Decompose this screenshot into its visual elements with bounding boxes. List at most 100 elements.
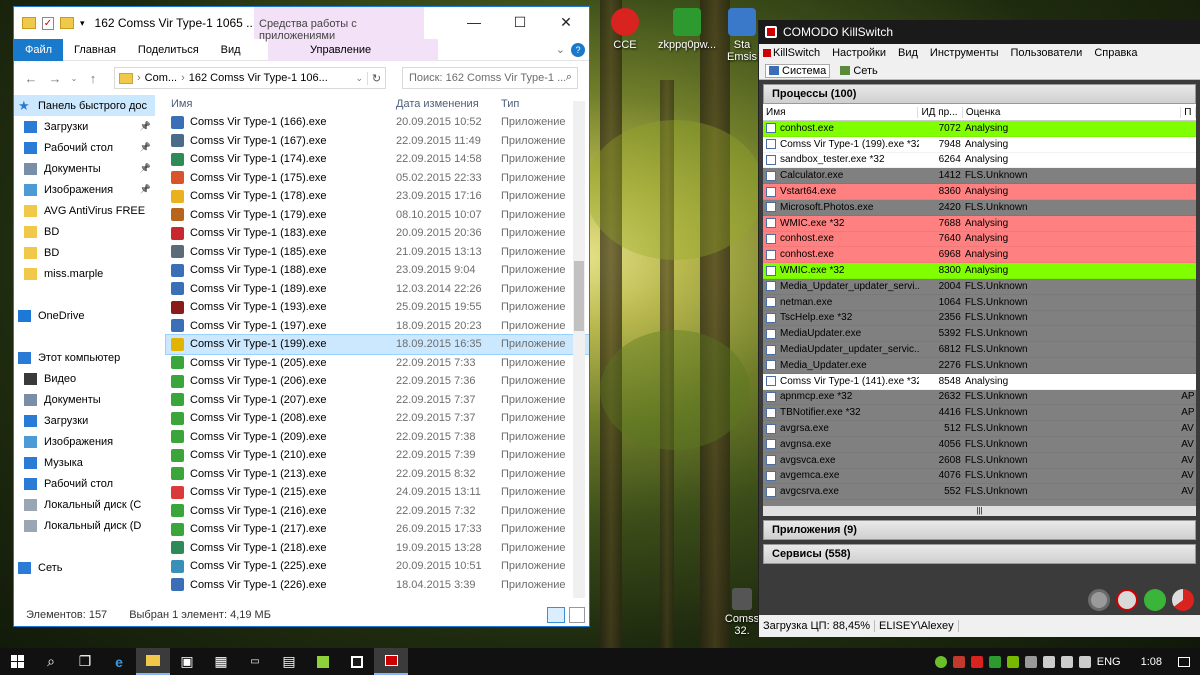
tray-app-icon[interactable]	[952, 655, 965, 668]
nav-item[interactable]: Локальный диск (C	[14, 494, 155, 515]
nav-item[interactable]: Сеть	[14, 557, 155, 578]
network-monitor-icon[interactable]: ▤	[272, 648, 306, 675]
file-row[interactable]: Comss Vir Type-1 (166).exe 20.09.2015 10:…	[166, 113, 589, 132]
new-folder-icon[interactable]	[60, 17, 74, 29]
file-row[interactable]: Comss Vir Type-1 (209).exe 22.09.2015 7:3…	[166, 428, 589, 447]
file-row[interactable]: Comss Vir Type-1 (199).exe 18.09.2015 16:…	[165, 334, 589, 355]
process-row[interactable]: avgrsa.exe 512 FLS.Unknown AV	[763, 421, 1196, 437]
menu-settings[interactable]: Настройки	[832, 47, 886, 59]
comodo-app-icon[interactable]	[340, 648, 374, 675]
process-row[interactable]: Comss Vir Type-1 (199).exe *32 7948 Analys…	[763, 136, 1196, 153]
edge-icon[interactable]: e	[102, 648, 136, 675]
tab-system[interactable]: Система	[765, 63, 831, 78]
nav-item[interactable]: Рабочий стол 📌	[14, 137, 155, 158]
file-row[interactable]: Comss Vir Type-1 (179).exe 08.10.2015 10:…	[166, 206, 589, 225]
up-icon[interactable]: ↑	[84, 71, 102, 86]
gear-icon[interactable]	[1088, 589, 1110, 611]
breadcrumb-current[interactable]: 162 Comss Vir Type-1 106...	[189, 72, 328, 84]
file-row[interactable]: Comss Vir Type-1 (193).exe 25.09.2015 19:…	[166, 298, 589, 317]
pin-icon[interactable]: 📌	[140, 142, 151, 153]
processes-header[interactable]: Процессы (100)	[763, 84, 1196, 104]
search-icon[interactable]: ⌕	[34, 648, 68, 675]
details-view-icon[interactable]	[547, 607, 565, 623]
calculator-icon[interactable]: ▦	[204, 648, 238, 675]
nav-item[interactable]: Загрузки	[14, 410, 155, 431]
process-row[interactable]: avgnsa.exe 4056 FLS.Unknown AV	[763, 436, 1196, 453]
file-row[interactable]: Comss Vir Type-1 (175).exe 05.02.2015 22:…	[166, 169, 589, 188]
nav-item[interactable]: Музыка	[14, 452, 155, 473]
pin-icon[interactable]: 📌	[140, 184, 151, 195]
nav-item[interactable]: Загрузки 📌	[14, 116, 155, 137]
file-explorer-taskbar-icon[interactable]	[136, 648, 170, 675]
vertical-scrollbar[interactable]	[573, 101, 585, 598]
process-row[interactable]: MediaUpdater_updater_servic... 6812 FLS.Un…	[763, 342, 1196, 358]
green-app-icon[interactable]	[306, 648, 340, 675]
navigation-pane[interactable]: ★ Панель быстрого дос Загрузки 📌 Рабочий сто…	[14, 95, 156, 604]
pin-icon[interactable]: 📌	[140, 163, 151, 174]
process-row[interactable]: TscHelp.exe *32 2356 FLS.Unknown	[763, 310, 1196, 327]
tab-home[interactable]: Главная	[63, 39, 127, 61]
nav-item[interactable]: AVG AntiVirus FREE	[14, 200, 155, 221]
utorrent-icon[interactable]	[934, 655, 947, 668]
file-row[interactable]: Comss Vir Type-1 (188).exe 23.09.2015 9:0…	[166, 261, 589, 280]
file-row[interactable]: Comss Vir Type-1 (213).exe 22.09.2015 8:3…	[166, 465, 589, 484]
nav-item[interactable]: ★ Панель быстрого дос	[14, 95, 155, 116]
language-indicator[interactable]: ENG	[1097, 656, 1121, 668]
nav-item[interactable]: BD	[14, 221, 155, 242]
green-check-icon[interactable]	[1144, 589, 1166, 611]
usb-icon[interactable]	[1024, 655, 1037, 668]
back-icon[interactable]: ←	[22, 71, 40, 86]
file-row[interactable]: Comss Vir Type-1 (205).exe 22.09.2015 7:3…	[166, 354, 589, 373]
task-view-icon[interactable]: ❐	[68, 648, 102, 675]
process-row[interactable]: WMIC.exe *32 8300 Analysing	[763, 263, 1196, 279]
nav-item[interactable]: OneDrive	[14, 305, 155, 326]
nav-item[interactable]: Видео	[14, 368, 155, 389]
close-button[interactable]: ✕	[543, 7, 589, 37]
column-process-name[interactable]: Имя	[763, 106, 919, 118]
process-row[interactable]: MediaUpdater.exe 5392 FLS.Unknown	[763, 326, 1196, 343]
process-row[interactable]: TBNotifier.exe *32 4416 FLS.Unknown AP	[763, 405, 1196, 422]
process-row[interactable]: conhost.exe 7640 Analysing	[763, 231, 1196, 248]
process-row[interactable]: Media_Updater_updater_servi... 2004 FLS.Un…	[763, 278, 1196, 295]
column-date[interactable]: Дата изменения	[396, 98, 501, 110]
dropdown-arrow-icon[interactable]: ▾	[80, 18, 85, 29]
nav-item[interactable]: Изображения	[14, 431, 155, 452]
menu-tools[interactable]: Инструменты	[930, 47, 999, 59]
tab-share[interactable]: Поделиться	[127, 39, 210, 61]
file-row[interactable]: Comss Vir Type-1 (174).exe 22.09.2015 14:…	[166, 150, 589, 169]
file-row[interactable]: Comss Vir Type-1 (218).exe 19.09.2015 13:…	[166, 539, 589, 558]
killswitch-taskbar-icon[interactable]	[374, 648, 408, 675]
file-row[interactable]: Comss Vir Type-1 (217).exe 26.09.2015 17:…	[166, 520, 589, 539]
ribbon-expand-icon[interactable]: ⌄	[556, 39, 565, 61]
services-header[interactable]: Сервисы (558)	[763, 544, 1196, 564]
tab-view[interactable]: Вид	[210, 39, 252, 61]
file-row[interactable]: Comss Vir Type-1 (208).exe 22.09.2015 7:3…	[166, 409, 589, 428]
killswitch-window[interactable]: COMODO KillSwitch KillSwitch Настройки В…	[758, 20, 1200, 637]
applications-header[interactable]: Приложения (9)	[763, 520, 1196, 540]
desktop-icon-emsisoft[interactable]: Sta Emsis	[722, 8, 762, 63]
nav-item[interactable]: Документы	[14, 389, 155, 410]
maximize-button[interactable]: ☐	[497, 7, 543, 37]
process-row[interactable]: Media_Updater.exe 2276 FLS.Unknown	[763, 357, 1196, 374]
menu-view[interactable]: Вид	[898, 47, 918, 59]
column-name[interactable]: Имя	[166, 98, 396, 110]
properties-icon[interactable]: ✓	[42, 16, 54, 30]
process-row[interactable]: Vstart64.exe 8360 Analysing	[763, 184, 1196, 200]
tab-manage[interactable]: Управление	[268, 38, 438, 61]
file-list[interactable]: Имя Дата изменения Тип Comss Vir Type-1 …	[156, 95, 589, 604]
file-row[interactable]: Comss Vir Type-1 (206).exe 22.09.2015 7:3…	[166, 372, 589, 391]
cleanup-tools-icon[interactable]	[1116, 589, 1138, 611]
file-row[interactable]: Comss Vir Type-1 (183).exe 20.09.2015 20:…	[166, 224, 589, 243]
folder-icon[interactable]	[22, 17, 36, 29]
file-row[interactable]: Comss Vir Type-1 (207).exe 22.09.2015 7:3…	[166, 391, 589, 410]
nav-item[interactable]: BD	[14, 242, 155, 263]
file-row[interactable]: Comss Vir Type-1 (189).exe 12.03.2014 22:…	[166, 280, 589, 299]
comodo-tray-icon[interactable]	[970, 655, 983, 668]
nav-item[interactable]: Этот компьютер	[14, 347, 155, 368]
file-row[interactable]: Comss Vir Type-1 (226).exe 18.04.2015 3:3…	[166, 576, 589, 595]
file-row[interactable]: Comss Vir Type-1 (225).exe 20.09.2015 10:…	[166, 557, 589, 576]
nav-item[interactable]: Изображения 📌	[14, 179, 155, 200]
file-explorer-window[interactable]: ✓ ▾ 162 Comss Vir Type-1 1065 ... Средст…	[13, 6, 590, 627]
process-row[interactable]: sandbox_tester.exe *32 6264 Analysing	[763, 152, 1196, 169]
keyboard-icon[interactable]	[1078, 655, 1091, 668]
